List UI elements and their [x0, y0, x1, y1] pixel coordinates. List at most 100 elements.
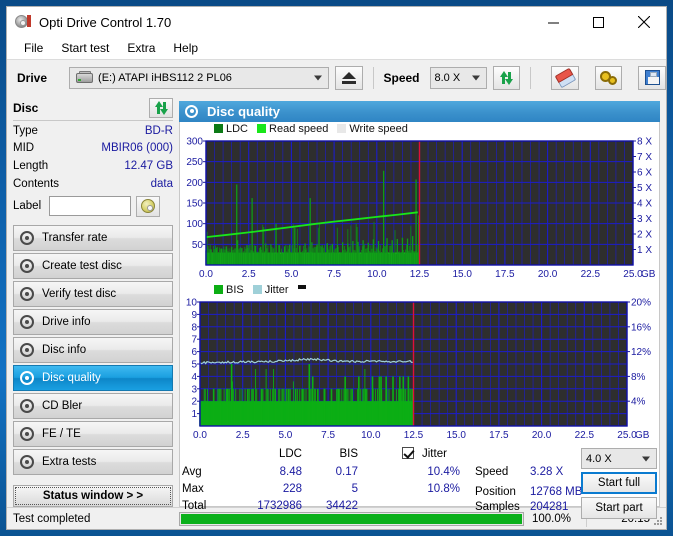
svg-text:50: 50	[192, 240, 204, 251]
minimize-button[interactable]	[531, 7, 576, 37]
maximize-button[interactable]	[576, 7, 621, 37]
svg-text:20.0: 20.0	[538, 269, 558, 280]
save-button[interactable]	[638, 65, 666, 90]
test-nav-list: Transfer rate Create test disc Verify te…	[13, 225, 173, 476]
start-part-button[interactable]: Start part	[581, 497, 657, 520]
disc-icon	[20, 398, 35, 414]
sidebar-item-label: Transfer rate	[42, 232, 108, 245]
sidebar-item-create-test-disc[interactable]: Create test disc	[13, 253, 173, 280]
start-full-button[interactable]: Start full	[581, 472, 657, 495]
stats-position-label: Position	[475, 486, 516, 499]
legend-entry-bis: BIS	[214, 284, 244, 296]
legend-swatch-bis	[214, 285, 223, 295]
svg-text:2: 2	[191, 397, 197, 408]
svg-text:1 X: 1 X	[637, 245, 652, 256]
sidebar-item-verify-test-disc[interactable]: Verify test disc	[13, 281, 173, 308]
svg-text:12%: 12%	[631, 347, 651, 358]
sidebar-item-disc-quality[interactable]: Disc quality	[13, 365, 173, 392]
legend-entry-read-speed: Read speed	[257, 123, 328, 135]
sidebar-item-disc-info[interactable]: Disc info	[13, 337, 173, 364]
stats-header-ldc: LDC	[278, 448, 302, 461]
svg-text:2.5: 2.5	[242, 269, 256, 280]
speed-select[interactable]: 8.0 X	[429, 66, 487, 89]
erase-button[interactable]	[551, 65, 579, 90]
sidebar-item-drive-info[interactable]: Drive info	[13, 309, 173, 336]
sidebar-item-cd-bler[interactable]: CD Bler	[13, 393, 173, 420]
disc-group-header: Disc	[13, 97, 173, 121]
resize-grip[interactable]	[653, 516, 663, 526]
sidebar-item-label: CD Bler	[42, 400, 83, 413]
svg-text:7.5: 7.5	[321, 430, 335, 441]
eraser-icon	[554, 67, 576, 88]
drive-select[interactable]: (E:) ATAPI iHBS112 2 PL06	[69, 66, 329, 89]
jitter-checkbox[interactable]	[402, 447, 414, 460]
disc-label-browse-button[interactable]	[136, 195, 161, 217]
disc-label-input[interactable]	[49, 196, 132, 217]
stats-speed-value: 3.28 X	[530, 466, 564, 479]
legend-swatch-read-speed	[257, 124, 267, 134]
svg-text:22.5: 22.5	[575, 430, 595, 441]
svg-text:4: 4	[191, 372, 197, 383]
sidebar-item-extra-tests[interactable]: Extra tests	[13, 449, 173, 476]
svg-text:15.0: 15.0	[446, 430, 466, 441]
sidebar-item-transfer-rate[interactable]: Transfer rate	[13, 225, 173, 252]
bis-plot-svg: 123 45 678 910 4% 8% 12% 16% 20% 0.0 2.5 5.0 7.5 10.0…	[186, 298, 651, 442]
window-title: Opti Drive Control 1.70	[39, 14, 172, 30]
bis-plot-area: 1 2 3 4 5 6 7 8 9 10 4% 8% 12% 16% 20% 0.0 2.5 5.0 7.5 10.0…	[180, 296, 659, 444]
ldc-plot-svg: 50 100 150 200 250 300 1 X 2 X 3 X 4 X 5 X 6 X 7 X 8 …	[186, 137, 655, 281]
svg-text:20%: 20%	[631, 298, 651, 309]
menu-file[interactable]: File	[15, 39, 52, 57]
statistics-panel: LDC BIS Jitter Avg 8.48 0.17 10.4% Max 2…	[180, 444, 659, 520]
menu-start-test[interactable]: Start test	[52, 39, 118, 57]
disc-mid-value: MBIR06 (000)	[101, 142, 173, 155]
svg-text:10.0: 10.0	[367, 269, 387, 280]
menu-bar: File Start test Extra Help	[7, 37, 666, 59]
chevron-down-icon	[471, 75, 480, 80]
disc-quality-icon	[185, 104, 199, 119]
page-title: Disc quality	[207, 104, 280, 120]
disc-icon	[20, 314, 35, 330]
disc-group-title: Disc	[13, 101, 39, 116]
svg-text:16%: 16%	[631, 323, 651, 334]
svg-text:12.5: 12.5	[410, 269, 430, 280]
test-speed-select[interactable]: 4.0 X	[581, 448, 657, 470]
stats-avg-ldc: 8.48	[279, 466, 302, 479]
stats-max-jitter: 10.8%	[427, 483, 460, 496]
svg-text:GB: GB	[635, 430, 650, 441]
legend-entry-jitter: Jitter	[252, 283, 289, 296]
legend-label: Write speed	[349, 122, 408, 135]
sidebar-item-label: FE / TE	[42, 428, 81, 441]
sidebar-item-label: Verify test disc	[42, 288, 117, 301]
disc-row-type: Type BD-R	[13, 123, 173, 139]
svg-text:2.5: 2.5	[236, 430, 250, 441]
eject-button[interactable]	[334, 65, 363, 90]
refresh-button[interactable]	[492, 65, 521, 90]
svg-text:7: 7	[191, 335, 197, 346]
refresh-icon	[154, 101, 169, 116]
speed-label: Speed	[383, 70, 420, 85]
ldc-chart-legend: LDC Read speed Write speed	[180, 122, 659, 135]
svg-text:7.5: 7.5	[327, 269, 341, 280]
optical-drive-icon	[76, 71, 94, 84]
svg-text:10.0: 10.0	[361, 430, 381, 441]
menu-extra[interactable]: Extra	[118, 39, 164, 57]
chevron-down-icon	[313, 75, 322, 80]
menu-help[interactable]: Help	[164, 39, 207, 57]
stats-total-ldc: 1732986	[257, 500, 302, 513]
disc-refresh-button[interactable]	[149, 98, 173, 119]
disc-length-label: Length	[13, 160, 49, 173]
legend-label: Jitter	[264, 283, 289, 296]
svg-text:5: 5	[191, 360, 197, 371]
speed-select-value: 8.0 X	[434, 71, 461, 84]
disc-icon	[20, 370, 35, 386]
settings-button[interactable]	[594, 65, 623, 90]
status-window-button[interactable]: Status window > >	[13, 485, 173, 507]
sidebar-item-fe-te[interactable]: FE / TE	[13, 421, 173, 448]
drive-select-value: (E:) ATAPI iHBS112 2 PL06	[98, 71, 232, 84]
disc-row-contents: Contents data	[13, 176, 173, 192]
close-button[interactable]	[621, 7, 666, 37]
stats-total-bis: 34422	[326, 500, 358, 513]
svg-text:15.0: 15.0	[452, 269, 472, 280]
title-bar: Opti Drive Control 1.70	[7, 7, 666, 37]
svg-text:12.5: 12.5	[404, 430, 424, 441]
